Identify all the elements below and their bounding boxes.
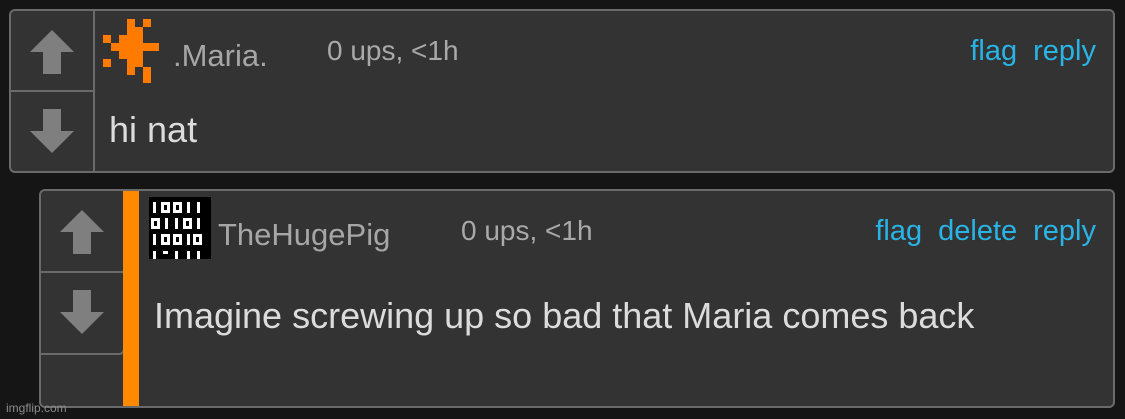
flag-link[interactable]: flag [970, 35, 1017, 68]
reply-comment: TheHugePig 0 ups, <1h flag delete reply … [39, 189, 1115, 408]
comment-meta: 0 ups, <1h [461, 215, 593, 246]
comment-meta: 0 ups, <1h [327, 35, 459, 66]
username-link[interactable]: .Maria. [173, 38, 268, 74]
vote-controls [41, 191, 125, 355]
orange-pixel-avatar-icon[interactable] [103, 19, 167, 83]
reply-indicator-stripe [123, 191, 139, 406]
comment-actions: flag delete reply [875, 215, 1096, 248]
downvote-button[interactable] [11, 90, 93, 171]
watermark: imgflip.com [6, 401, 67, 415]
flag-link[interactable]: flag [875, 215, 922, 248]
comment-text: Imagine screwing up so bad that Maria co… [154, 295, 975, 336]
upvote-button[interactable] [41, 191, 123, 271]
comment: .Maria. 0 ups, <1h flag reply hi nat [9, 9, 1115, 173]
comment-actions: flag reply [970, 35, 1096, 68]
username-link[interactable]: TheHugePig [218, 217, 390, 253]
comment-text: hi nat [109, 109, 198, 150]
vote-controls [11, 11, 95, 171]
upvote-button[interactable] [11, 11, 93, 90]
down-arrow-icon [30, 108, 74, 153]
downvote-button[interactable] [41, 271, 123, 353]
reply-link[interactable]: reply [1033, 35, 1096, 68]
up-arrow-icon [60, 210, 104, 254]
reply-link[interactable]: reply [1033, 215, 1096, 248]
delete-link[interactable]: delete [938, 215, 1017, 248]
binary-code-avatar-icon[interactable] [149, 197, 211, 259]
up-arrow-icon [30, 29, 74, 74]
down-arrow-icon [60, 290, 104, 334]
